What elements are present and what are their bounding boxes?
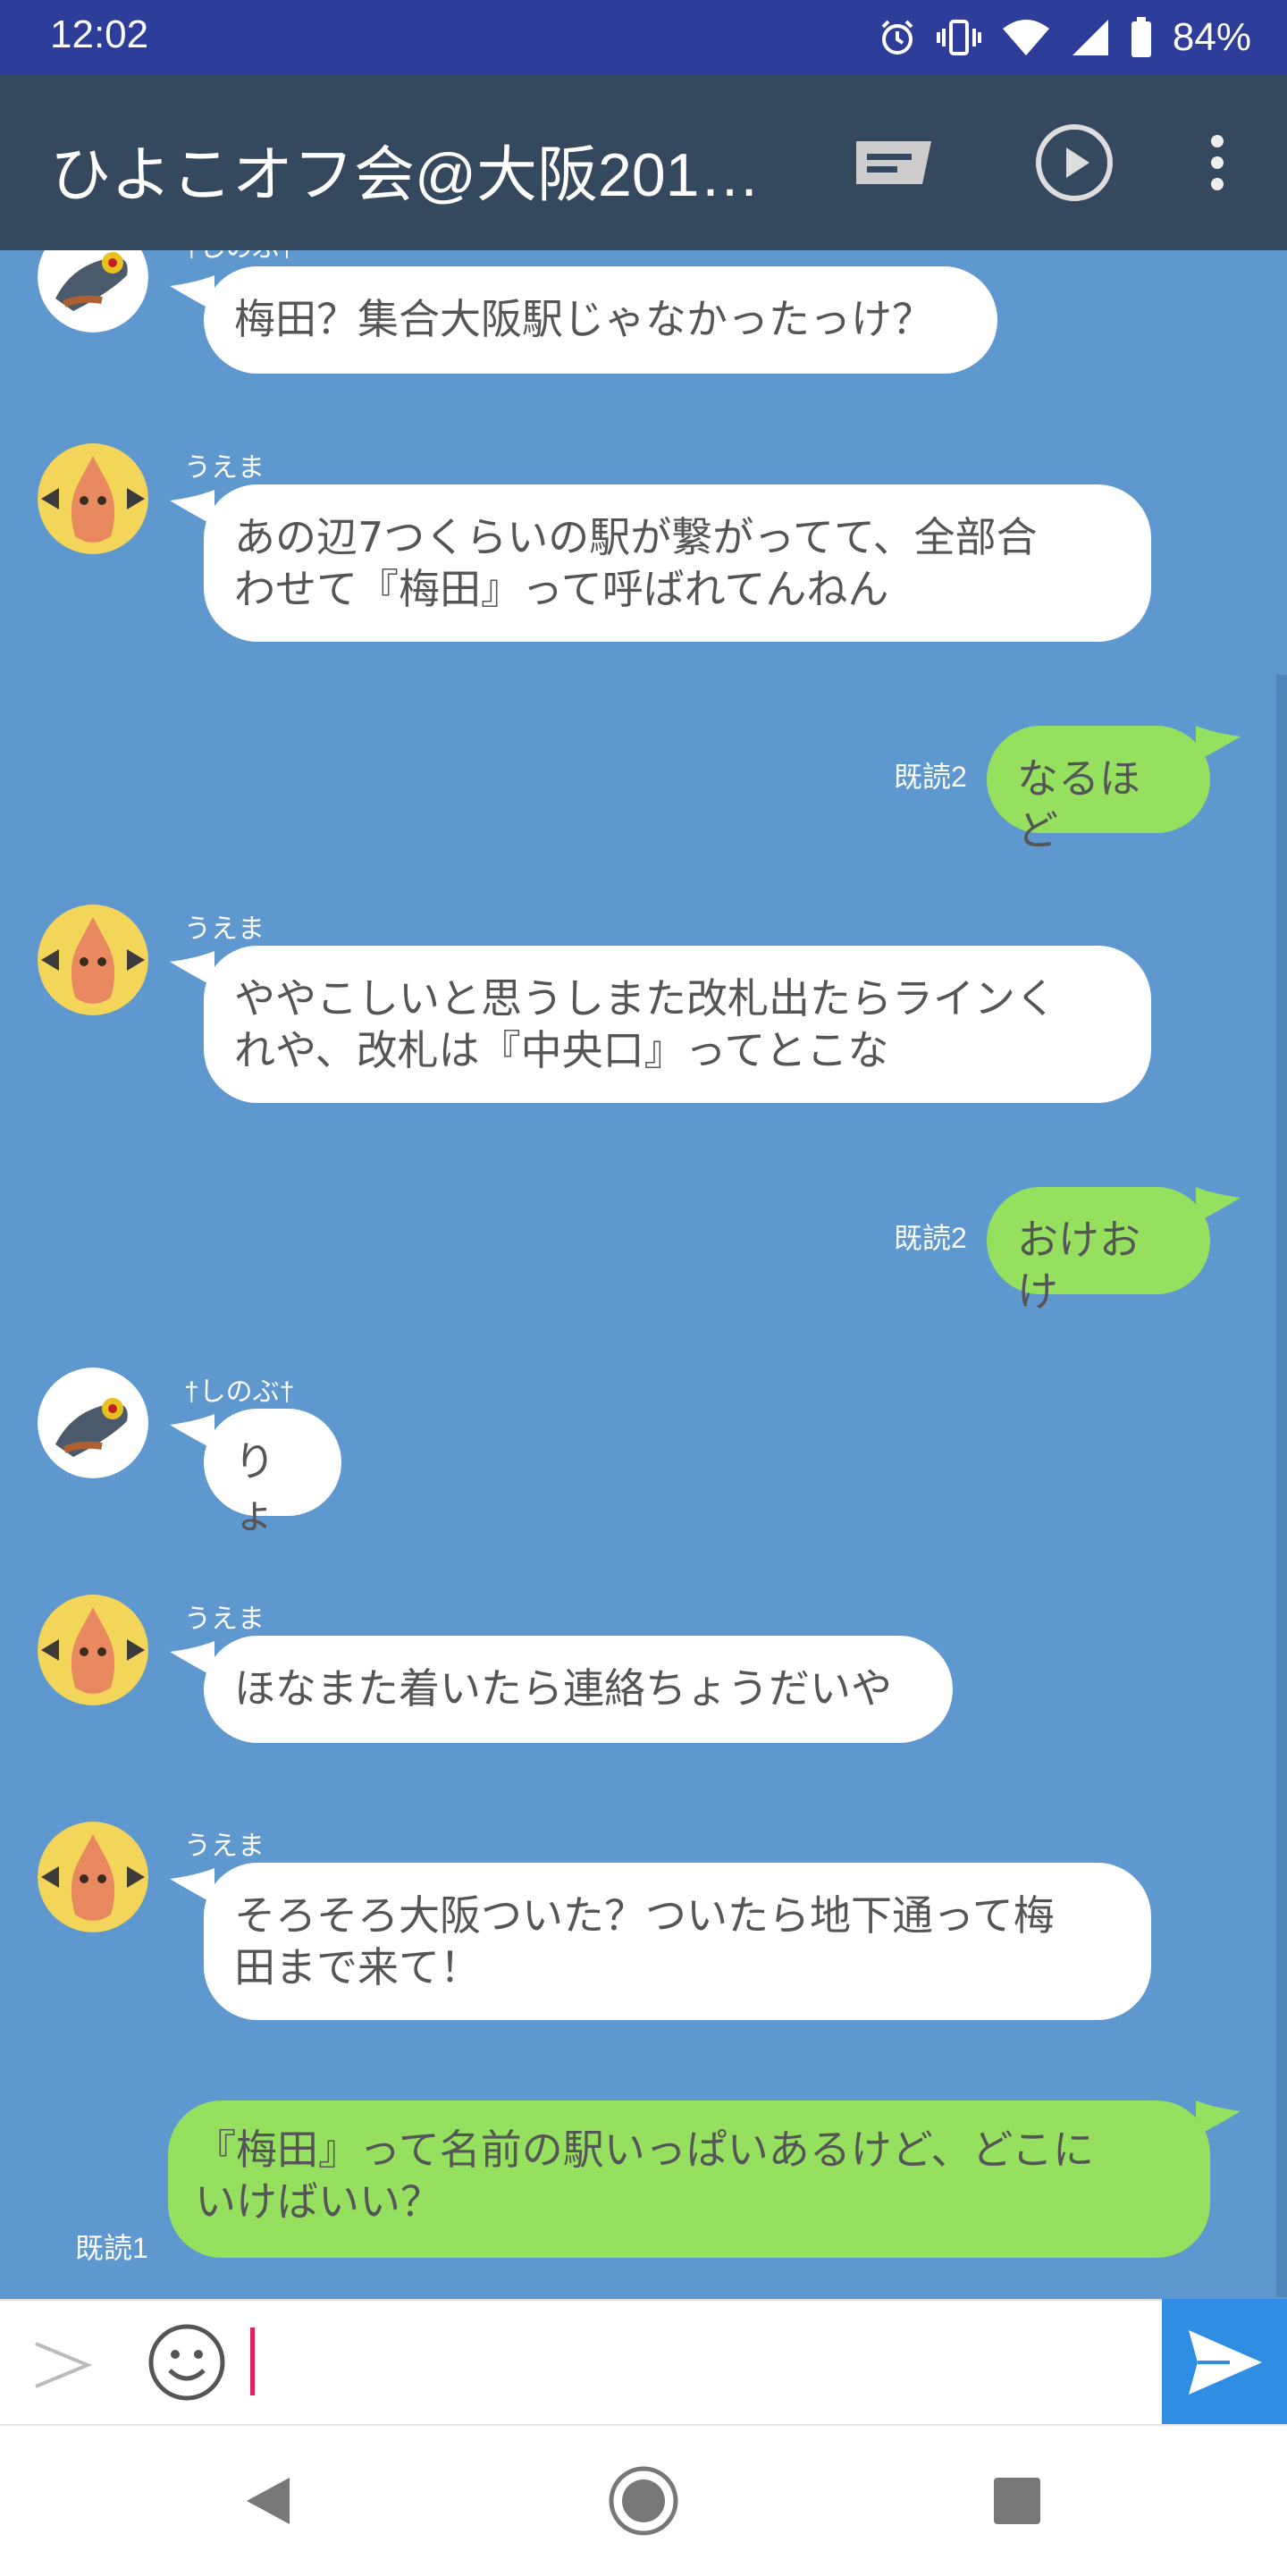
message-outgoing: 既読1 『梅田』って名前の駅いっぱいあるけど、どこに いけばいい？ [0, 2100, 1287, 2270]
send-icon [1189, 2330, 1262, 2395]
message-bubble[interactable]: なるほど [987, 726, 1210, 854]
status-bar: 12:02 84% [0, 0, 1287, 75]
home-icon[interactable] [608, 2465, 679, 2537]
message-bubble[interactable]: 『梅田』って名前の駅いっぱいあるけど、どこに いけばいい？ [168, 2100, 1210, 2258]
chat-area[interactable]: †しのぶ† 梅田？集合大阪駅じゃなかったっけ？ うえま あの辺7つくらいの駅が繋… [0, 250, 1287, 2297]
sender-name: うえま [184, 914, 265, 944]
sender-name: †しのぶ† [184, 1377, 295, 1407]
message-bubble[interactable]: ほなまた着いたら連絡ちょうだいや [204, 1636, 953, 1743]
emoji-icon[interactable] [147, 2322, 227, 2403]
avatar[interactable] [38, 1822, 148, 1932]
message-outgoing: 既読2 なるほど [0, 726, 1287, 854]
send-button[interactable] [1162, 2299, 1287, 2426]
recents-icon[interactable] [990, 2474, 1044, 2528]
sender-name: うえま [184, 1831, 265, 1861]
avatar[interactable] [38, 905, 148, 1015]
message-incoming: †しのぶ† りょ [0, 1368, 1287, 1537]
vibrate-icon [936, 20, 981, 55]
message-incoming: うえま ややこしいと思うしまた改札出たらラインく れや、改札は『中央口』ってとこ… [0, 905, 1287, 1121]
avatar[interactable] [38, 1595, 148, 1705]
message-bubble[interactable]: おけおけ [987, 1187, 1210, 1316]
message-incoming: †しのぶ† 梅田？集合大阪駅じゃなかったっけ？ [0, 250, 1287, 384]
message-incoming: うえま あの辺7つくらいの駅が繋がってて、全部合 わせて『梅田』って呼ばれてんね… [0, 443, 1287, 660]
message-incoming: うえま そろそろ大阪ついた？ついたら地下通って梅 田まで来て！ [0, 1822, 1287, 2038]
battery-icon [1131, 17, 1151, 57]
message-bubble[interactable]: ややこしいと思うしまた改札出たらラインく れや、改札は『中央口』ってとこな [204, 946, 1151, 1103]
bubble-tail [1196, 726, 1241, 762]
message-bubble[interactable]: 梅田？集合大阪駅じゃなかったっけ？ [204, 266, 997, 374]
read-receipt: 既読1 [75, 2232, 148, 2264]
message-bubble[interactable]: そろそろ大阪ついた？ついたら地下通って梅 田まで来て！ [204, 1863, 1151, 2020]
text-cursor [250, 2328, 255, 2395]
alarm-icon [881, 20, 913, 55]
message-bubble[interactable]: りょ [204, 1409, 341, 1537]
message-icon[interactable] [849, 118, 938, 207]
message-input[interactable] [247, 2322, 1158, 2404]
read-receipt: 既読2 [894, 761, 967, 793]
page-title: ひよこオフ会@大阪201… [50, 141, 761, 209]
message-bubble[interactable]: あの辺7つくらいの駅が繋がってて、全部合 わせて『梅田』って呼ばれてんねん [204, 484, 1151, 642]
expand-icon[interactable] [29, 2333, 97, 2397]
avatar[interactable] [38, 443, 148, 554]
navigation-bar [0, 2424, 1287, 2576]
wifi-icon [1002, 20, 1049, 55]
sender-name: †しのぶ† [184, 250, 294, 265]
back-icon[interactable] [240, 2472, 297, 2530]
status-time: 12:02 [50, 13, 149, 56]
battery-percent: 84% [1172, 15, 1251, 59]
signal-icon [1072, 20, 1108, 55]
message-outgoing: 既読2 おけおけ [0, 1187, 1287, 1316]
app-bar: ひよこオフ会@大阪201… [0, 75, 1287, 250]
play-icon[interactable] [1030, 118, 1119, 207]
bubble-tail [1196, 1187, 1241, 1223]
message-incoming: うえま ほなまた着いたら連絡ちょうだいや [0, 1595, 1287, 1748]
sender-name: うえま [184, 1604, 265, 1634]
read-receipt: 既読2 [894, 1222, 967, 1254]
more-icon[interactable] [1173, 118, 1262, 207]
bubble-tail [1196, 2100, 1241, 2136]
sender-name: うえま [184, 453, 265, 483]
message-input-bar [0, 2299, 1287, 2426]
avatar[interactable] [38, 250, 148, 333]
avatar[interactable] [38, 1368, 148, 1478]
